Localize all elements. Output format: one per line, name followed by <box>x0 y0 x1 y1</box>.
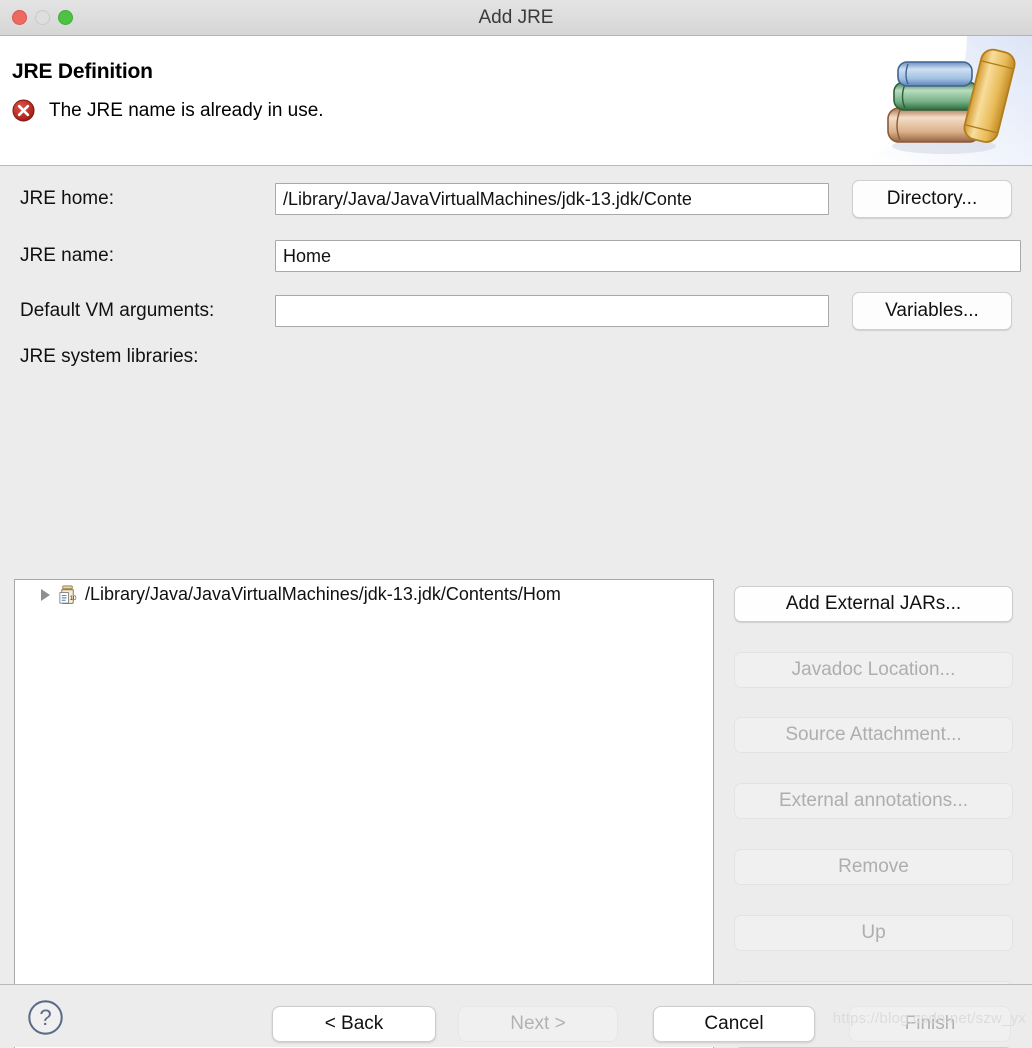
jre-name-label: JRE name: <box>20 245 114 266</box>
page-title: JRE Definition <box>12 60 153 83</box>
jre-home-label: JRE home: <box>20 188 114 209</box>
jre-name-row: JRE name: Home <box>0 240 1032 272</box>
vm-arguments-label: Default VM arguments: <box>20 300 215 321</box>
remove-button: Remove <box>734 849 1013 885</box>
window-titlebar: Add JRE <box>0 0 1032 36</box>
directory-button[interactable]: Directory... <box>852 180 1012 218</box>
status-message: The JRE name is already in use. <box>49 99 324 121</box>
vm-arguments-input[interactable] <box>275 295 829 327</box>
chevron-right-icon[interactable] <box>41 588 50 601</box>
jre-home-row: JRE home: /Library/Java/JavaVirtualMachi… <box>0 180 1032 218</box>
jre-home-input[interactable]: /Library/Java/JavaVirtualMachines/jdk-13… <box>275 183 829 215</box>
dialog-header: JRE Definition The JRE name is already i… <box>0 36 1032 166</box>
variables-button[interactable]: Variables... <box>852 292 1012 330</box>
error-icon <box>12 99 35 122</box>
svg-text:?: ? <box>39 1005 51 1030</box>
dialog-body: JRE home: /Library/Java/JavaVirtualMachi… <box>0 166 1032 1048</box>
window-title: Add JRE <box>478 7 554 28</box>
back-button[interactable]: < Back <box>272 1006 436 1042</box>
books-icon <box>872 36 1032 165</box>
tree-item-label: /Library/Java/JavaVirtualMachines/jdk-13… <box>85 584 561 604</box>
tree-item[interactable]: 10 /Library/Java/JavaVirtualMachines/jdk… <box>15 580 713 609</box>
status-message-row: The JRE name is already in use. <box>12 99 324 122</box>
help-icon[interactable]: ? <box>27 999 64 1036</box>
source-attachment-button: Source Attachment... <box>734 717 1013 753</box>
add-external-jars-button[interactable]: Add External JARs... <box>734 586 1013 622</box>
cancel-button[interactable]: Cancel <box>653 1006 815 1042</box>
vm-arguments-row: Default VM arguments: Variables... <box>0 292 1032 330</box>
external-annotations-button: External annotations... <box>734 783 1013 819</box>
jre-system-libraries-label: JRE system libraries: <box>20 346 199 367</box>
next-button: Next > <box>458 1006 618 1042</box>
dialog-footer: ? < Back Next > Cancel Finish https://bl… <box>0 984 1032 1047</box>
jre-system-libraries-tree[interactable]: 10 /Library/Java/JavaVirtualMachines/jdk… <box>14 579 714 1048</box>
watermark: https://blog.csdn.net/szw_yx <box>832 1010 1026 1027</box>
jre-name-input[interactable]: Home <box>275 240 1021 272</box>
jar-icon: 10 <box>59 585 77 605</box>
svg-text:10: 10 <box>70 595 77 602</box>
up-button: Up <box>734 915 1013 951</box>
javadoc-location-button: Javadoc Location... <box>734 652 1013 688</box>
add-jre-dialog: Add JRE JRE Definition The JRE name is a… <box>0 0 1032 1048</box>
